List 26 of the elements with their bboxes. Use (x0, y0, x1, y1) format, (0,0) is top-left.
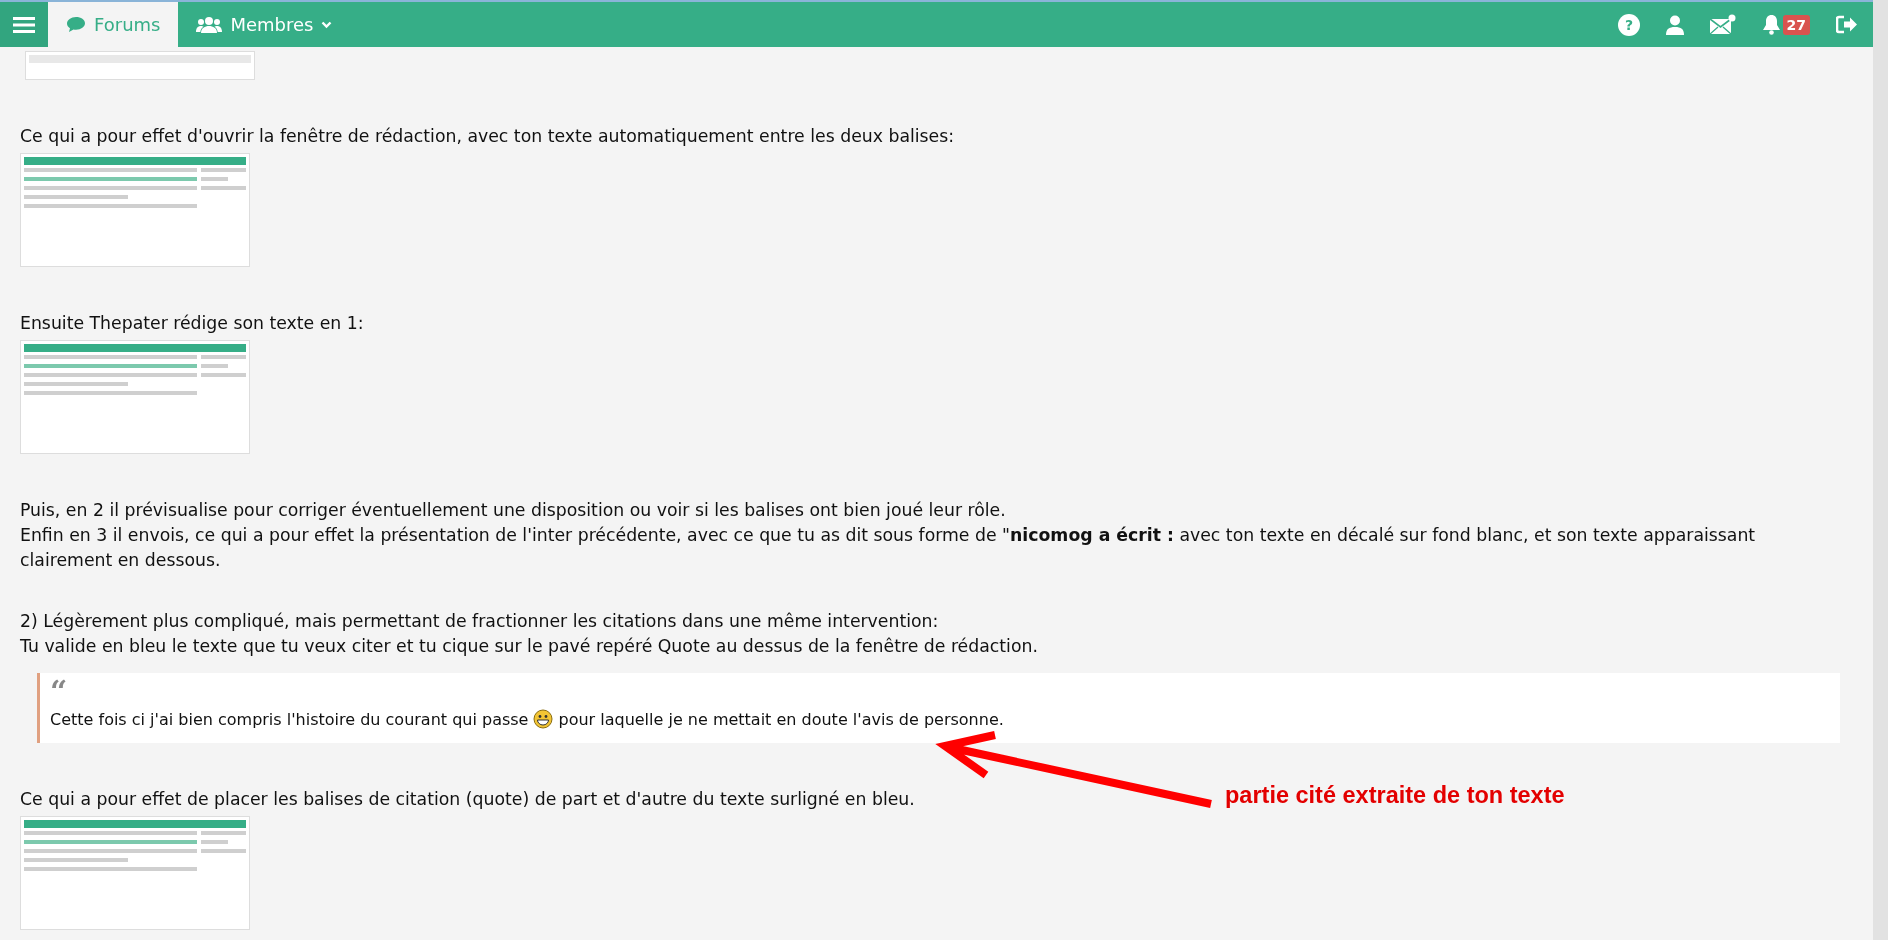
post-paragraph: Puis, en 2 il prévisualise pour corriger éventuellement une disposition ou voir si les balises ont bien joué leur rôle. (20, 499, 1006, 522)
notification-badge: 27 (1782, 14, 1810, 35)
grinning-smiley-icon (533, 709, 554, 729)
post-paragraph: Ce qui a pour effet d'ouvrir la fenêtre de rédaction, avec ton texte automatiquement entre les deux balises: (20, 125, 955, 148)
quote-text: Cette fois ci j'ai bien compris l'histoire du courant qui passe (50, 709, 529, 729)
nav-tab[interactable]: Forums (48, 2, 179, 47)
quote-mark: “ (50, 679, 69, 705)
menu-button[interactable] (0, 2, 48, 47)
post-paragraph: Enfin en 3 il envois, ce qui a pour effet la présentation de l'inter précédente, avec ce que tu as dit sous forme de "nicomog a écrit : avec ton texte en décalé sur fond blanc, et son texte apparaissant clairement en dessous. (20, 524, 1757, 572)
post-paragraph: Ce qui a pour effet de placer les balises de citation (quote) de part et d'autre du texte surligné en bleu. (20, 788, 915, 811)
post-paragraph: Ensuite Thepater rédige son texte en 1: (20, 312, 364, 335)
scrollbar[interactable] (1873, 0, 1888, 940)
menu-icon (13, 15, 35, 34)
annotation-label: partie cité extraite de ton texte (1225, 782, 1565, 809)
speech-bubble-icon (66, 16, 86, 33)
envelope-icon[interactable] (1709, 14, 1736, 35)
people-icon (196, 16, 223, 33)
nav-tab[interactable]: Membres (178, 2, 351, 47)
sign-out-icon[interactable] (1836, 15, 1858, 34)
caret-icon (321, 20, 333, 29)
post-paragraph: 2) Légèrement plus compliqué, mais permettant de fractionner les citations dans une même intervention: (20, 610, 939, 633)
help-icon[interactable]: ? (1617, 13, 1640, 36)
quote-text: pour laquelle je ne mettait en doute l'avis de personne. (558, 709, 1004, 729)
user-icon[interactable] (1665, 14, 1684, 35)
post-paragraph: Tu valide en bleu le texte que tu veux citer et tu cique sur le pavé repéré Quote au dessus de la fenêtre de rédaction. (20, 635, 1038, 658)
bell-icon[interactable] (1761, 14, 1781, 35)
